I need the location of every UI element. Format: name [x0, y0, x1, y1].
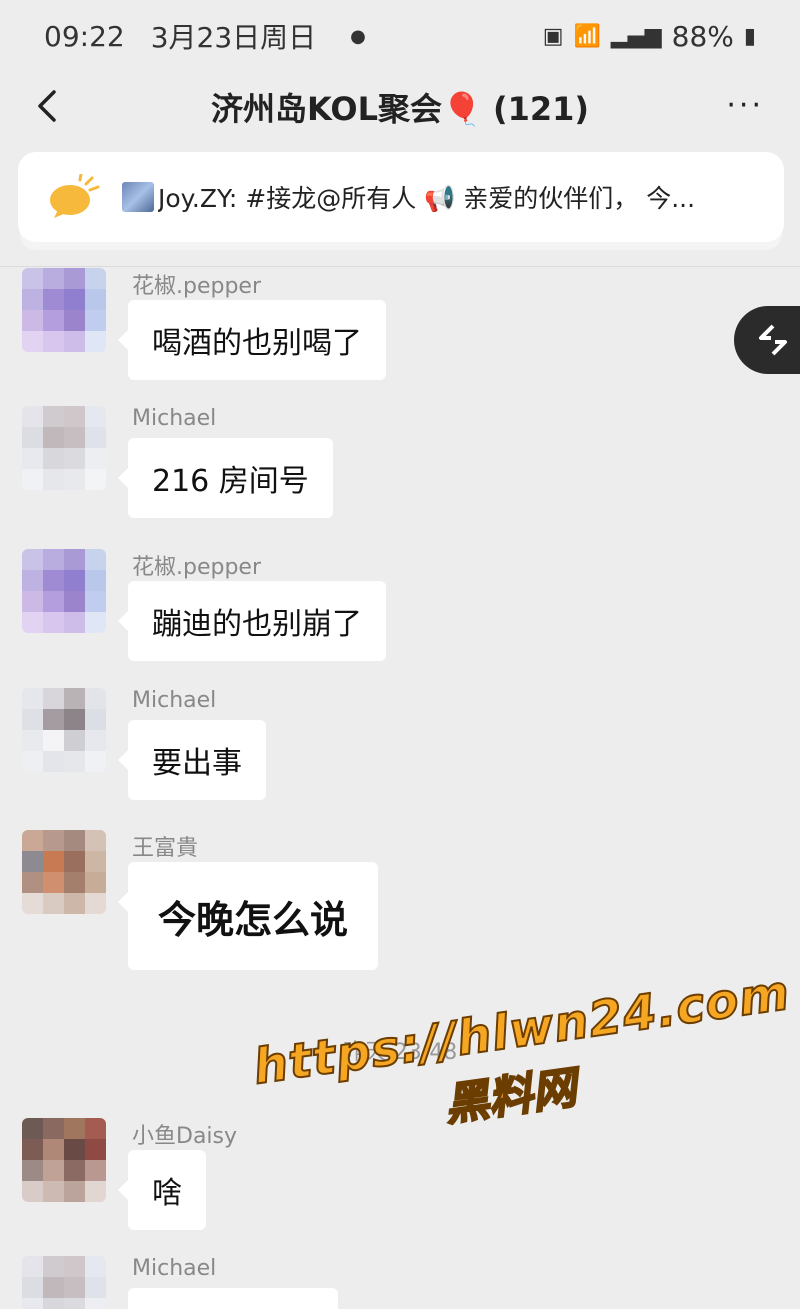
status-bar: 09:22 3月23日周日 ● ▣ 📶 ▂▄▆ 88% ▮ — [0, 0, 800, 72]
sender-name: 花椒.pepper — [132, 555, 262, 580]
signal-icon: ▂▄▆ — [610, 23, 662, 49]
sender-name: Michael — [132, 1256, 217, 1281]
message-bubble[interactable]: 216 房间号 — [118, 438, 333, 518]
more-options-icon[interactable]: ··· — [726, 88, 764, 123]
avatar[interactable] — [22, 830, 106, 914]
message-bubble[interactable]: 啥 — [118, 1150, 206, 1230]
group-announcement[interactable]: Joy.ZY: #接龙@所有人 📢 亲爱的伙伴们， 今... — [18, 152, 784, 242]
status-time: 09:22 — [44, 19, 125, 53]
avatar[interactable] — [22, 549, 106, 633]
chat-title: 济州岛KOL聚会🎈 (121) — [211, 90, 589, 128]
sender-avatar-icon — [122, 182, 154, 212]
status-icons: ▣ 📶 ▂▄▆ 88% ▮ — [543, 20, 756, 53]
sender-name: 小鱼Daisy — [132, 1124, 238, 1149]
watermark: https://hlwn24.com 黑料网 — [249, 964, 794, 1188]
chat-header: 济州岛KOL聚会🎈 (121) ··· — [0, 72, 800, 142]
message-bubble[interactable] — [128, 1288, 338, 1309]
watermark-url: https://hlwn24.com — [249, 964, 794, 1097]
sender-name: 花椒.pepper — [132, 274, 262, 299]
avatar[interactable] — [22, 268, 106, 352]
sender-name: 王富貴 — [132, 836, 199, 861]
avatar[interactable] — [22, 406, 106, 490]
nfc-icon: ▣ — [542, 23, 564, 49]
announcement-icon — [50, 174, 100, 218]
divider — [0, 266, 800, 267]
message-bubble[interactable]: 要出事 — [118, 720, 266, 800]
side-float-button[interactable] — [734, 306, 800, 374]
message-bubble[interactable]: 蹦迪的也别崩了 — [118, 581, 386, 661]
avatar[interactable] — [22, 1118, 106, 1202]
wifi-icon: 📶 — [573, 23, 601, 49]
message-timestamp: 昨天 23:48 — [342, 1040, 458, 1065]
notification-dot-icon: ● — [350, 25, 366, 47]
sender-name: Michael — [132, 688, 217, 713]
swap-arrows-icon — [759, 324, 787, 356]
back-arrow-icon[interactable] — [30, 86, 70, 126]
battery-level: 88% — [671, 19, 734, 53]
avatar[interactable] — [22, 1256, 106, 1309]
sender-name: Michael — [132, 406, 217, 431]
status-date: 3月23日周日 — [150, 21, 317, 54]
message-bubble[interactable]: 今晚怎么说 — [117, 862, 379, 970]
message-bubble[interactable]: 喝酒的也别喝了 — [118, 300, 386, 380]
avatar[interactable] — [22, 688, 106, 772]
battery-icon: ▮ — [743, 23, 756, 49]
announcement-text: Joy.ZY: #接龙@所有人 📢 亲爱的伙伴们， 今... — [158, 184, 696, 213]
